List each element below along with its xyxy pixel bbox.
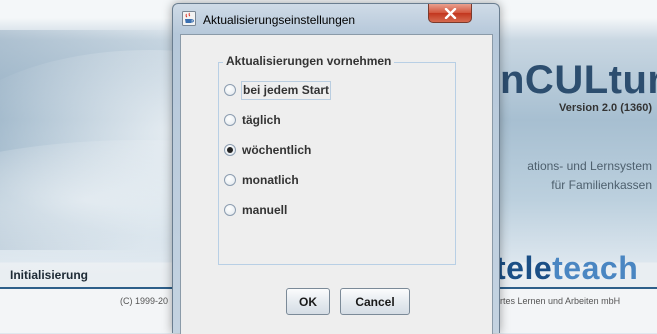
radio-button[interactable] — [224, 204, 236, 216]
dialog-title: Aktualisierungseinstellungen — [203, 13, 356, 27]
radio-button[interactable] — [224, 144, 236, 156]
radio-option-monthly[interactable]: monatlich — [224, 172, 424, 190]
radio-label[interactable]: bei jedem Start — [241, 81, 332, 100]
status-label: Initialisierung — [10, 268, 89, 282]
logo-part-tele: tele — [495, 250, 553, 286]
app-title: nCULtur — [500, 58, 657, 102]
radio-label[interactable]: manuell — [241, 202, 288, 219]
radio-button[interactable] — [224, 174, 236, 186]
radio-label[interactable]: täglich — [241, 112, 282, 129]
company-tagline: rtes Lernen und Arbeiten mbH — [500, 296, 621, 306]
company-logo: teleteach — [495, 250, 638, 287]
group-title: Aktualisierungen vornehmen — [223, 54, 395, 68]
app-subtitle-line1: ations- und Lernsystem — [527, 159, 652, 173]
close-button[interactable] — [428, 4, 472, 23]
dialog-content: Aktualisierungen vornehmen bei jedem Sta… — [180, 34, 493, 334]
app-subtitle-line2: für Familienkassen — [551, 178, 652, 192]
version-label: Version 2.0 (1360) — [559, 102, 652, 114]
logo-part-teach: teach — [552, 250, 639, 286]
copyright-text: (C) 1999-20 — [120, 296, 169, 306]
radio-button[interactable] — [224, 84, 236, 96]
radio-label[interactable]: wöchentlich — [241, 142, 312, 159]
radio-option-daily[interactable]: täglich — [224, 112, 424, 130]
ok-button[interactable]: OK — [286, 288, 330, 315]
cancel-button[interactable]: Cancel — [340, 288, 410, 315]
java-cup-icon — [182, 11, 196, 26]
close-icon — [444, 8, 457, 19]
radio-label[interactable]: monatlich — [241, 172, 300, 189]
radio-option-manual[interactable]: manuell — [224, 202, 424, 220]
dialog-titlebar[interactable]: Aktualisierungseinstellungen — [173, 4, 499, 34]
radio-button[interactable] — [224, 114, 236, 126]
radio-option-every-start[interactable]: bei jedem Start — [224, 81, 424, 100]
update-settings-dialog: Aktualisierungseinstellungen Aktualisier… — [172, 3, 500, 334]
radio-option-weekly[interactable]: wöchentlich — [224, 142, 424, 160]
